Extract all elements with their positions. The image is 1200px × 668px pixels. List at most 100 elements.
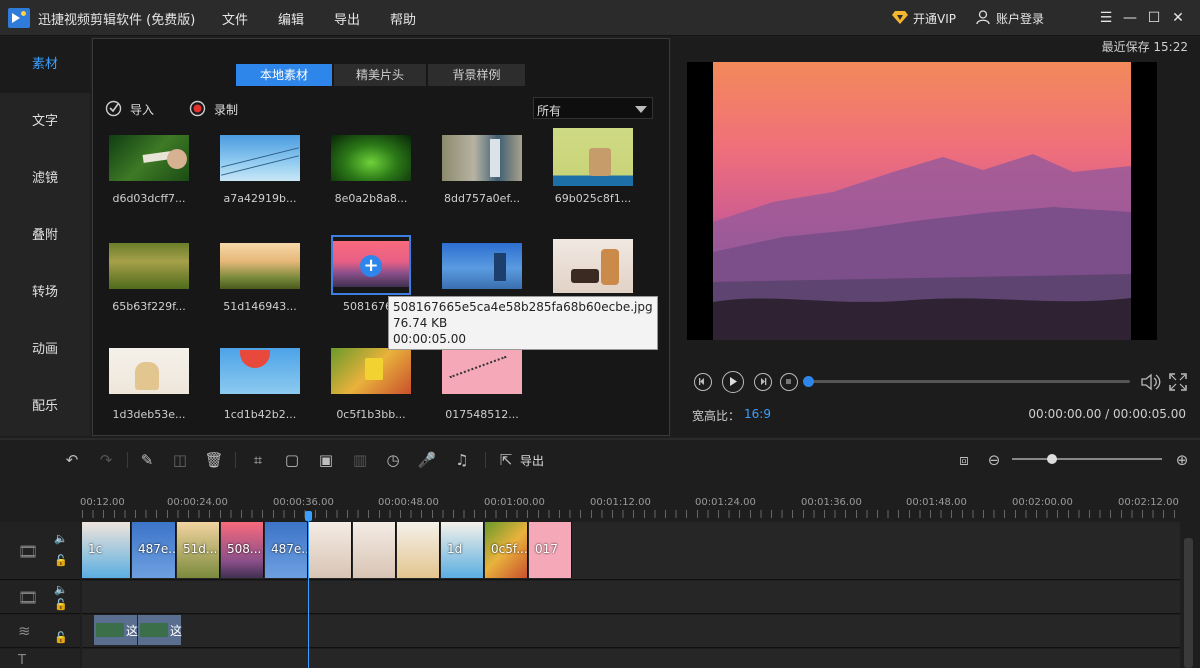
media-label-6: 65b63f229f...: [112, 300, 186, 313]
timeline-clip[interactable]: 1c: [82, 522, 131, 578]
media-thumb-1[interactable]: [109, 135, 189, 181]
nav-transition[interactable]: 转场: [0, 265, 90, 321]
timeline-clip[interactable]: 1d: [441, 522, 484, 578]
split-icon[interactable]: ◫: [170, 450, 190, 470]
import-icon[interactable]: [105, 100, 122, 117]
nav-text[interactable]: 文字: [0, 94, 90, 150]
close-icon[interactable]: ✕: [1168, 8, 1188, 28]
volume-icon[interactable]: [1140, 372, 1162, 392]
timeline-clip[interactable]: [353, 522, 396, 578]
media-thumb-12[interactable]: [220, 348, 300, 394]
prev-frame-icon[interactable]: [694, 373, 712, 391]
tab-background[interactable]: 背景样例: [428, 64, 525, 86]
speaker-icon[interactable]: 🔈: [54, 583, 68, 596]
menu-help[interactable]: 帮助: [390, 9, 416, 28]
media-thumb-4[interactable]: [442, 135, 522, 181]
zoom-out-icon[interactable]: ⊖: [984, 450, 1004, 470]
login-button[interactable]: 账户登录: [996, 10, 1044, 27]
media-thumb-10[interactable]: [553, 239, 633, 293]
export-button[interactable]: 导出: [520, 452, 544, 469]
video-track[interactable]: 1c 487e... 51d... 508... 487e... 1d 0c5f…: [82, 522, 1180, 580]
lock-icon[interactable]: 🔓: [54, 598, 68, 611]
timeline-clip[interactable]: 487e...: [265, 522, 308, 578]
fit-timeline-icon[interactable]: ⧈: [954, 450, 974, 470]
media-thumb-11[interactable]: [109, 348, 189, 394]
tab-local-material[interactable]: 本地素材: [236, 64, 332, 86]
maximize-icon[interactable]: ☐: [1144, 8, 1164, 28]
edit-icon[interactable]: ✎: [137, 450, 157, 470]
progress-handle[interactable]: [803, 376, 814, 387]
export-icon[interactable]: ⇱: [496, 450, 516, 470]
overlay-clip[interactable]: 这: [138, 615, 182, 645]
media-thumb-3[interactable]: [331, 135, 411, 181]
play-icon[interactable]: [722, 371, 744, 393]
undo-icon[interactable]: ↶: [62, 450, 82, 470]
microphone-icon[interactable]: 🎤: [417, 450, 437, 470]
chevron-down-icon: [635, 106, 647, 113]
media-thumb-8-selected[interactable]: +: [331, 235, 411, 295]
menu-file[interactable]: 文件: [222, 9, 248, 28]
nav-overlay[interactable]: 叠附: [0, 208, 90, 264]
nav-animation[interactable]: 动画: [0, 322, 90, 378]
menu-hamburger-icon[interactable]: ☰: [1096, 8, 1116, 28]
freeze-frame-icon[interactable]: ▣: [316, 450, 336, 470]
media-label-12: 1cd1b42b2...: [223, 408, 297, 421]
record-icon[interactable]: [189, 100, 206, 117]
nav-material[interactable]: 素材: [0, 37, 90, 93]
timeline-clip[interactable]: [397, 522, 440, 578]
aspect-ratio-value[interactable]: 16:9: [744, 407, 771, 421]
filter-select[interactable]: 所有: [533, 97, 653, 119]
playback-progress-bar[interactable]: [803, 376, 1130, 387]
redo-icon[interactable]: ↷: [96, 450, 116, 470]
add-plus-icon[interactable]: +: [360, 255, 382, 277]
media-thumb-9[interactable]: [442, 243, 522, 289]
media-thumb-7[interactable]: [220, 243, 300, 289]
lock-icon[interactable]: 🔓: [54, 554, 68, 567]
media-thumb-2[interactable]: [220, 135, 300, 181]
timeline-clip[interactable]: 017: [529, 522, 572, 578]
crop-icon[interactable]: ⌗: [248, 450, 268, 470]
media-thumb-14[interactable]: [442, 348, 522, 394]
overlay-track[interactable]: 这 这: [82, 615, 1180, 648]
playhead-handle[interactable]: [305, 511, 312, 521]
zoom-slider-handle[interactable]: [1047, 454, 1057, 464]
media-label-5: 69b025c8f1...: [554, 192, 632, 205]
duration-clock-icon[interactable]: ◷: [383, 450, 403, 470]
overlay-clip[interactable]: 这: [94, 615, 138, 645]
tooltip-filename: 508167665e5ca4e58b285fa68b60ecbe.jpg: [393, 300, 653, 314]
next-frame-icon[interactable]: [754, 373, 772, 391]
text-track[interactable]: [82, 649, 1180, 668]
timeline-ruler[interactable]: [82, 510, 1180, 518]
media-thumb-6[interactable]: [109, 243, 189, 289]
stop-icon[interactable]: [780, 373, 798, 391]
minimize-icon[interactable]: —: [1120, 8, 1140, 28]
timeline-clip[interactable]: 508...: [221, 522, 264, 578]
media-thumb-13[interactable]: [331, 348, 411, 394]
audio-level-icon[interactable]: ▥: [350, 450, 370, 470]
tab-intro[interactable]: 精美片头: [334, 64, 426, 86]
timeline-clip[interactable]: [309, 522, 352, 578]
fullscreen-icon[interactable]: [1168, 372, 1188, 392]
lock-icon[interactable]: 🔓: [54, 631, 68, 644]
zoom-in-icon[interactable]: ⊕: [1172, 450, 1192, 470]
import-button[interactable]: 导入: [130, 101, 154, 118]
menu-edit[interactable]: 编辑: [278, 9, 304, 28]
speaker-icon[interactable]: 🔈: [54, 532, 68, 545]
record-button[interactable]: 录制: [214, 101, 238, 118]
timeline-clip[interactable]: 487e...: [132, 522, 176, 578]
delete-icon[interactable]: 🗑: [204, 450, 224, 470]
vip-button[interactable]: 开通VIP: [913, 10, 956, 27]
mosaic-icon[interactable]: ▢: [282, 450, 302, 470]
nav-music[interactable]: 配乐: [0, 379, 90, 435]
audio-track[interactable]: [82, 581, 1180, 614]
tooltip-filesize: 76.74 KB: [393, 316, 448, 330]
timeline-clip[interactable]: 51d...: [177, 522, 220, 578]
menu-export[interactable]: 导出: [334, 9, 360, 28]
playhead[interactable]: [305, 511, 312, 668]
timeline-scrollbar[interactable]: [1184, 538, 1193, 668]
timeline-clip[interactable]: 0c5f...: [485, 522, 528, 578]
zoom-slider[interactable]: [1012, 454, 1162, 464]
nav-filter[interactable]: 滤镜: [0, 151, 90, 207]
media-thumb-5[interactable]: [553, 128, 633, 186]
voiceover-icon[interactable]: ♫: [452, 450, 472, 470]
